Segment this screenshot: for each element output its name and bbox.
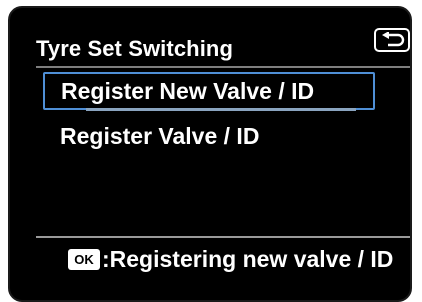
selection-underline: [86, 108, 356, 111]
status-text: :Registering new valve / ID: [102, 246, 394, 272]
screen-title: Tyre Set Switching: [36, 36, 233, 61]
return-arrow-icon: [382, 32, 405, 47]
status-divider: [36, 236, 410, 238]
menu-item-register-valve[interactable]: Register Valve / ID: [60, 121, 259, 151]
ok-button-icon: OK: [68, 249, 100, 270]
menu-item-register-new-valve[interactable]: Register New Valve / ID: [43, 72, 375, 110]
title-divider: [36, 66, 410, 68]
back-button[interactable]: [374, 28, 410, 52]
status-hint: OK :Registering new valve / ID: [68, 246, 393, 273]
display-panel: Tyre Set Switching Register New Valve / …: [8, 6, 412, 302]
